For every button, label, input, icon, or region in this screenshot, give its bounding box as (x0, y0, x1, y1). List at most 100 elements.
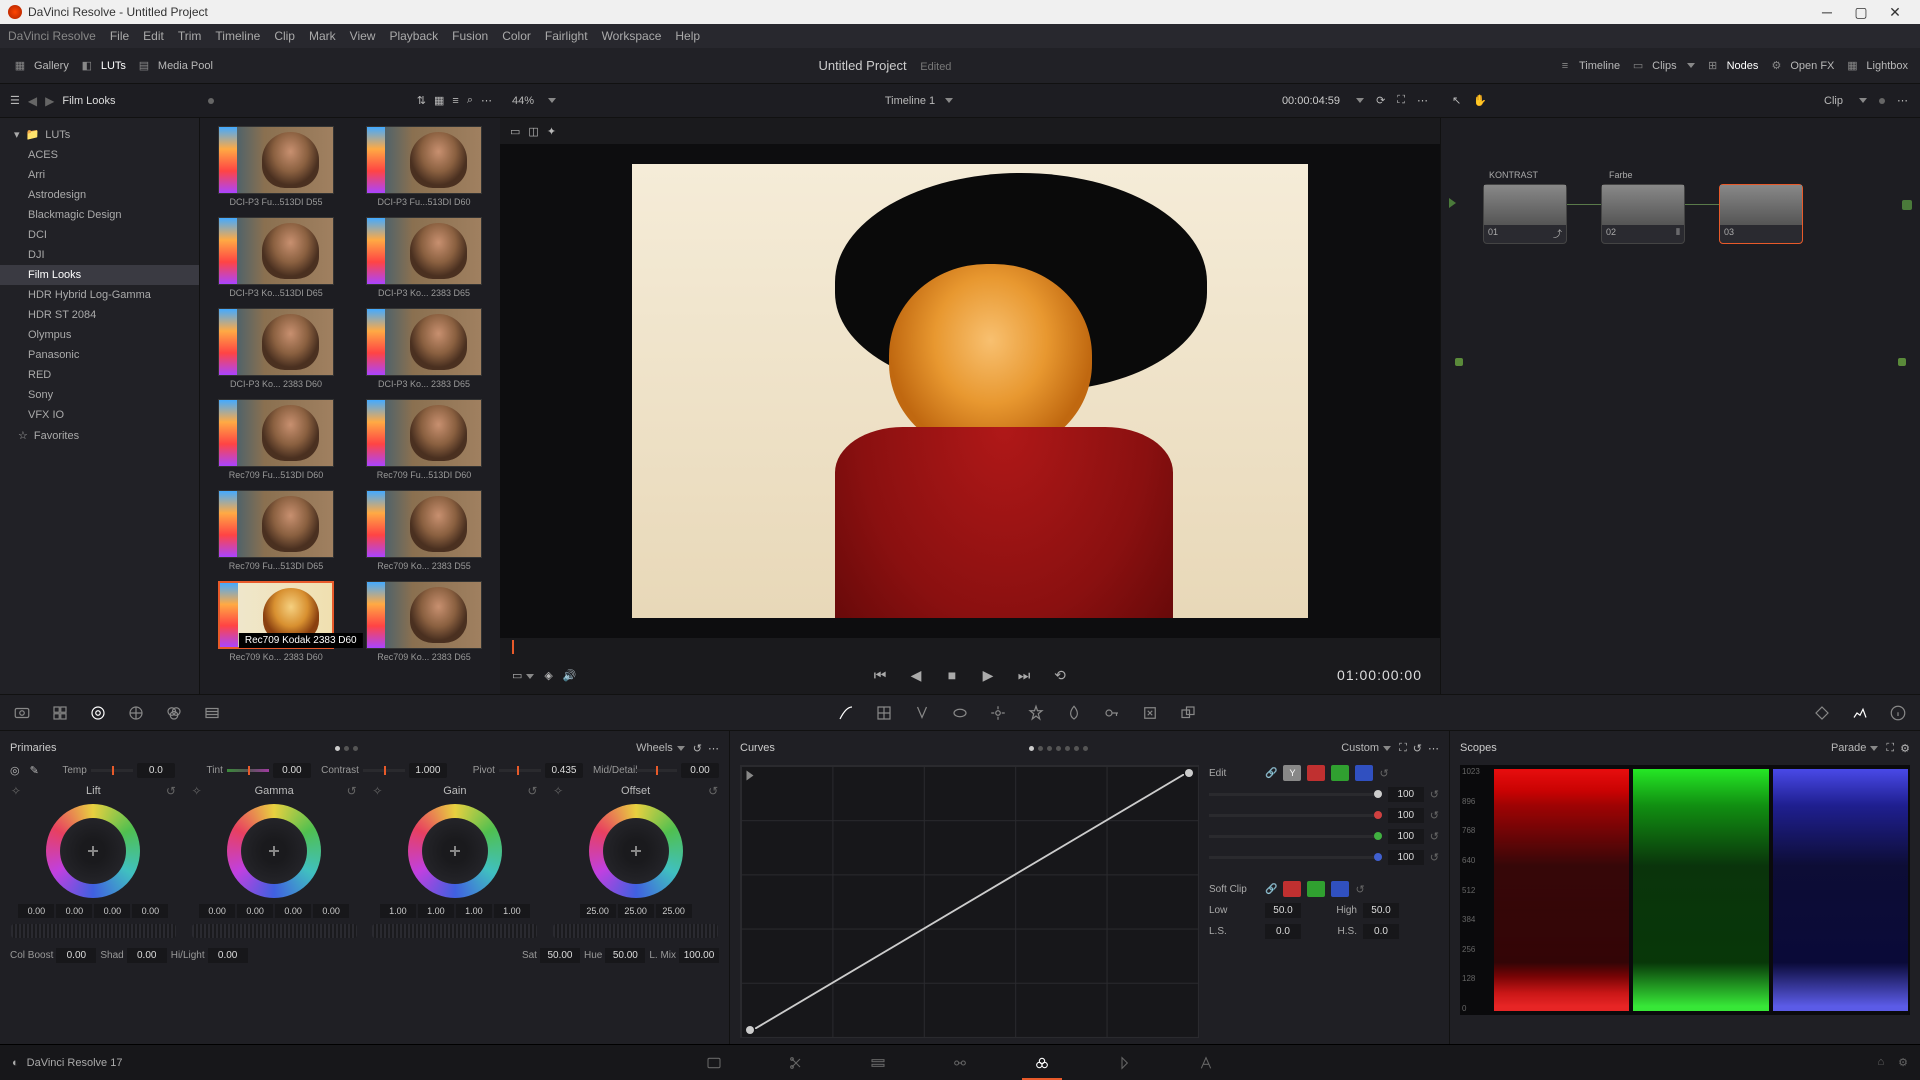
luts-folder-dji[interactable]: DJI (0, 245, 199, 265)
luts-root-folder[interactable]: ▾ 📁 LUTs (0, 124, 199, 145)
hue-value[interactable]: 50.00 (605, 948, 645, 963)
pick-white-icon[interactable]: ✎ (30, 764, 39, 777)
blur-icon[interactable] (1064, 703, 1084, 723)
lut-item[interactable]: DCI-P3 Ko... 2383 D65 (356, 308, 492, 389)
chevron-down-icon[interactable] (548, 98, 556, 103)
softclip-r-button[interactable] (1283, 881, 1301, 897)
menu-workspace[interactable]: Workspace (602, 29, 662, 43)
offset-wheel[interactable] (589, 804, 683, 898)
chevron-down-icon[interactable] (945, 98, 953, 103)
key-icon[interactable] (1102, 703, 1122, 723)
lift-wheel[interactable] (46, 804, 140, 898)
lut-item[interactable]: Rec709 Fu...513DI D65 (208, 490, 344, 571)
temp-value[interactable]: 0.0 (137, 763, 175, 778)
yrgb-toggle-icon[interactable]: ✧ (372, 784, 382, 798)
expand-icon[interactable]: ⛶ (1886, 742, 1894, 755)
gamma-master-dial[interactable] (192, 924, 357, 938)
media-page-button[interactable] (703, 1052, 725, 1074)
chevron-down-icon[interactable] (677, 746, 685, 751)
loop-button[interactable]: ⟲ (1050, 665, 1070, 685)
luts-folder-hdr-hlg[interactable]: HDR Hybrid Log-Gamma (0, 285, 199, 305)
camera-raw-icon[interactable] (12, 703, 32, 723)
contrast-value[interactable]: 1.000 (409, 763, 447, 778)
colboost-value[interactable]: 0.00 (56, 948, 96, 963)
menu-timeline[interactable]: Timeline (215, 29, 260, 43)
audio-icon[interactable]: 🔊 (563, 669, 577, 682)
reset-icon[interactable]: ↺ (527, 784, 537, 798)
panel-options-icon[interactable]: ⋯ (1428, 742, 1439, 755)
project-settings-icon[interactable]: ⚙ (1898, 1056, 1908, 1069)
menu-file[interactable]: File (110, 29, 129, 43)
pivot-value[interactable]: 0.435 (545, 763, 583, 778)
cut-page-button[interactable] (785, 1052, 807, 1074)
luts-folder-red[interactable]: RED (0, 365, 199, 385)
channel-b-button[interactable] (1355, 765, 1373, 781)
auto-balance-icon[interactable]: ◎ (10, 764, 20, 777)
luts-folder-sony[interactable]: Sony (0, 385, 199, 405)
softclip-g-button[interactable] (1307, 881, 1325, 897)
lut-item[interactable]: DCI-P3 Fu...513DI D55 (208, 126, 344, 207)
chevron-down-icon[interactable] (1383, 746, 1391, 751)
link-icon[interactable]: 🔗 (1265, 768, 1277, 779)
lut-item[interactable]: DCI-P3 Fu...513DI D60 (356, 126, 492, 207)
menu-mark[interactable]: Mark (309, 29, 336, 43)
nodes-toggle[interactable]: ⊞Nodes (1705, 58, 1759, 74)
reset-icon[interactable]: ↺ (1430, 809, 1439, 822)
fusion-page-button[interactable] (949, 1052, 971, 1074)
color-wheels-icon[interactable] (88, 703, 108, 723)
qualifier-icon[interactable] (912, 703, 932, 723)
curve-point[interactable] (1185, 769, 1193, 777)
gain-master-dial[interactable] (372, 924, 537, 938)
yrgb-toggle-icon[interactable]: ✧ (11, 784, 21, 798)
viewer-wand-icon[interactable]: ✦ (547, 125, 556, 138)
panel-menu-icon[interactable]: ☰ (10, 94, 20, 107)
scope-mode-select[interactable]: Parade (1831, 742, 1866, 754)
pointer-icon[interactable]: ↖ (1452, 94, 1461, 107)
page-dots[interactable] (333, 742, 360, 754)
timeline-toggle[interactable]: ≡Timeline (1557, 58, 1620, 74)
luts-folder-filmlooks[interactable]: Film Looks (0, 265, 199, 285)
openfx-toggle[interactable]: ⚙Open FX (1768, 58, 1834, 74)
magic-mask-icon[interactable] (1026, 703, 1046, 723)
step-back-button[interactable]: ◀ (906, 665, 926, 685)
reset-icon[interactable]: ↺ (166, 784, 176, 798)
sort-icon[interactable]: ⇅ (417, 94, 426, 107)
scopes-panel-icon[interactable] (1850, 703, 1870, 723)
maximize-button[interactable]: ▢ (1844, 0, 1878, 24)
yrgb-toggle-icon[interactable]: ✧ (553, 784, 563, 798)
reset-icon[interactable]: ↺ (1355, 883, 1364, 896)
luts-folder-blackmagic[interactable]: Blackmagic Design (0, 205, 199, 225)
home-icon[interactable]: ⌂ (1877, 1056, 1884, 1069)
softclip-b-button[interactable] (1331, 881, 1349, 897)
curve-point[interactable] (746, 1026, 754, 1034)
deliver-page-button[interactable] (1195, 1052, 1217, 1074)
viewer-options-icon[interactable]: ⋯ (1417, 94, 1428, 107)
bypass-icon[interactable]: ⟳ (1376, 94, 1385, 107)
lut-item[interactable]: DCI-P3 Ko...513DI D65 (208, 217, 344, 298)
nav-fwd-button[interactable]: ▶ (45, 94, 54, 108)
tracking-icon[interactable] (988, 703, 1008, 723)
tint-value[interactable]: 0.00 (273, 763, 311, 778)
reset-icon[interactable]: ↺ (347, 784, 357, 798)
luts-folder-astrodesign[interactable]: Astrodesign (0, 185, 199, 205)
menu-edit[interactable]: Edit (143, 29, 164, 43)
lut-item[interactable]: Rec709 Fu...513DI D60 (356, 399, 492, 480)
reset-icon[interactable]: ↺ (1430, 851, 1439, 864)
luts-folder-panasonic[interactable]: Panasonic (0, 345, 199, 365)
stop-button[interactable]: ■ (942, 665, 962, 685)
color-match-icon[interactable] (50, 703, 70, 723)
lut-item[interactable]: Rec709 Ko... 2383 D65 (356, 581, 492, 662)
lightbox-toggle[interactable]: ▦Lightbox (1844, 58, 1908, 74)
chevron-down-icon[interactable] (1356, 98, 1364, 103)
nav-back-button[interactable]: ◀ (28, 94, 37, 108)
step-fwd-button[interactable]: ⏭ (1014, 665, 1034, 685)
menu-trim[interactable]: Trim (178, 29, 202, 43)
luts-folder-olympus[interactable]: Olympus (0, 325, 199, 345)
list-view-icon[interactable]: ≡ (452, 95, 458, 107)
lut-item[interactable]: DCI-P3 Ko... 2383 D60 (208, 308, 344, 389)
lift-master-dial[interactable] (11, 924, 176, 938)
menu-fusion[interactable]: Fusion (452, 29, 488, 43)
lut-item[interactable]: Rec709 Fu...513DI D60 (208, 399, 344, 480)
play-button[interactable]: ▶ (978, 665, 998, 685)
chevron-down-icon[interactable] (1870, 746, 1878, 751)
